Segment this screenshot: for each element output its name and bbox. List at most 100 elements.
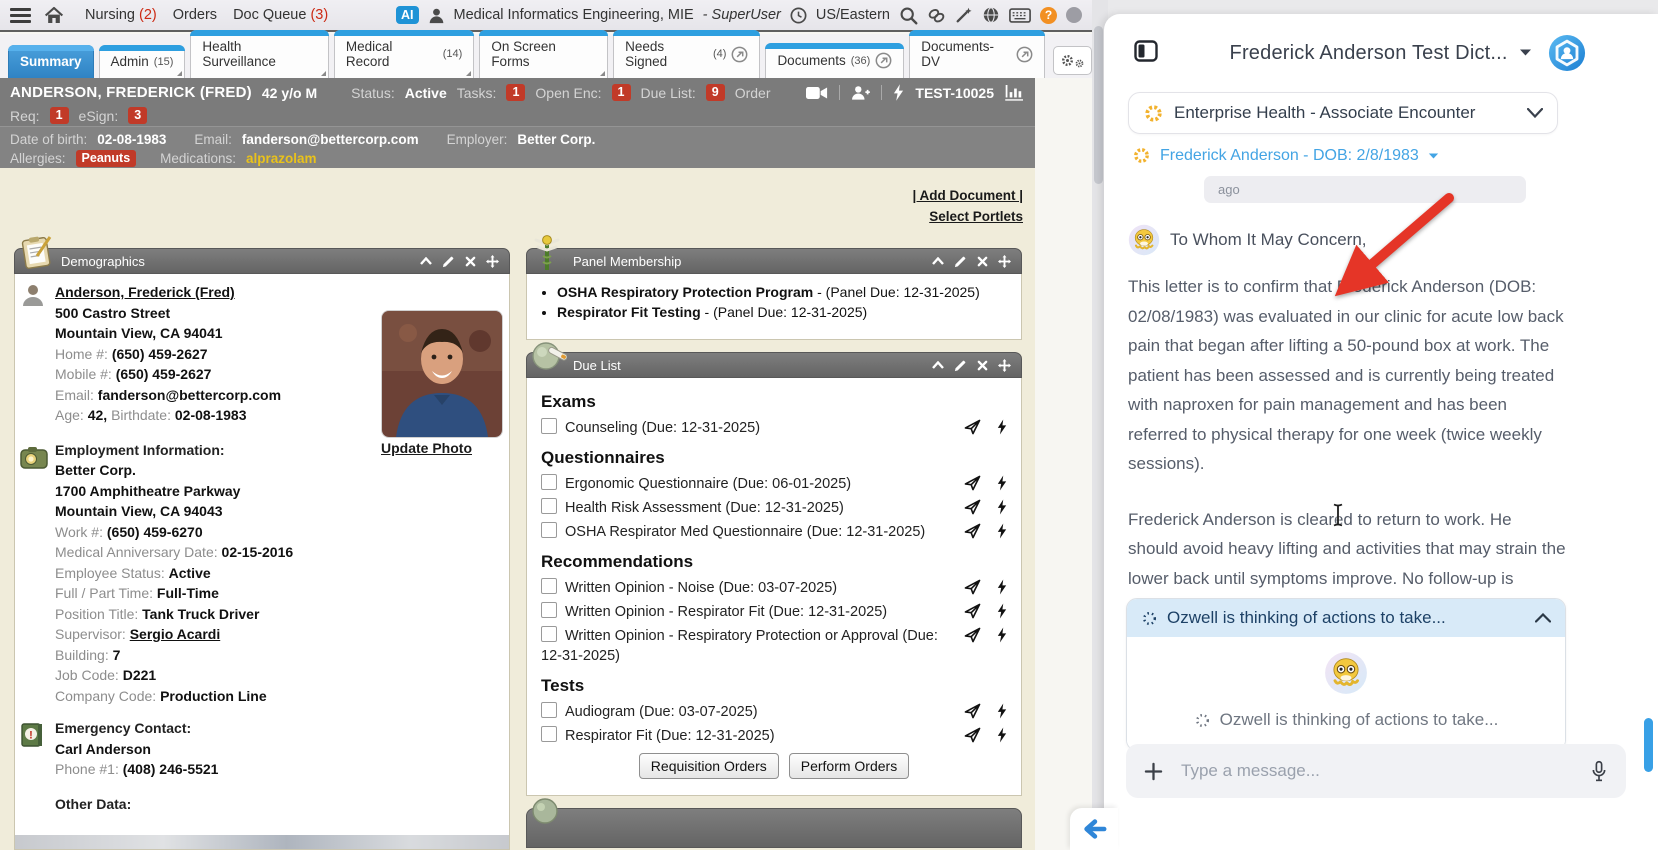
nav-nursing[interactable]: Nursing (2)	[85, 7, 157, 23]
nav-orders[interactable]: Orders	[173, 7, 217, 23]
checkbox[interactable]	[541, 522, 557, 538]
globe-icon[interactable]	[982, 6, 1000, 24]
nav-doc-queue[interactable]: Doc Queue (3)	[233, 7, 328, 23]
checkbox[interactable]	[541, 726, 557, 742]
tab-settings-button[interactable]	[1053, 46, 1093, 75]
tab-needs-signed[interactable]: Needs Signed (4)	[613, 30, 761, 78]
bolt-icon[interactable]	[997, 727, 1007, 743]
link-icon[interactable]	[927, 7, 946, 24]
move-icon[interactable]	[998, 358, 1011, 372]
due-list-header[interactable]: Due List	[526, 342, 1022, 378]
send-icon[interactable]	[964, 579, 981, 595]
tab-medical-record[interactable]: Medical Record (14)	[333, 30, 475, 78]
tab-documents-dv[interactable]: Documents-DV	[909, 30, 1046, 78]
bolt-icon[interactable]	[997, 523, 1007, 539]
order-link[interactable]: Order	[735, 85, 771, 101]
bolt-icon[interactable]	[997, 419, 1007, 435]
move-icon[interactable]	[998, 254, 1011, 268]
edit-icon[interactable]	[442, 255, 455, 268]
bolt-icon[interactable]	[997, 703, 1007, 719]
send-icon[interactable]	[964, 523, 981, 539]
open-enc-badge[interactable]: 1	[611, 84, 631, 101]
message-input[interactable]	[1179, 760, 1574, 782]
external-link-icon[interactable]	[1016, 46, 1033, 63]
thinking-card-header[interactable]: Ozwell is thinking of actions to take...	[1127, 599, 1565, 637]
ozwell-logo[interactable]	[1548, 34, 1586, 72]
chat-scrollbar-thumb[interactable]	[1644, 718, 1653, 772]
tab-health-surveillance[interactable]: Health Surveillance	[190, 30, 330, 78]
tab-on-screen-forms[interactable]: On Screen Forms	[479, 30, 609, 78]
tab-admin[interactable]: Admin (15)	[98, 45, 186, 78]
microphone-icon[interactable]	[1590, 760, 1608, 783]
quick-action-bolt-icon[interactable]	[893, 84, 904, 101]
bolt-icon[interactable]	[997, 579, 1007, 595]
select-portlets-link[interactable]: Select Portlets	[912, 209, 1023, 224]
requisition-orders-button[interactable]: Requisition Orders	[638, 753, 779, 779]
supervisor-link[interactable]: Sergio Acardi	[130, 626, 221, 642]
checkbox[interactable]	[541, 418, 557, 434]
perform-orders-button[interactable]: Perform Orders	[788, 753, 910, 779]
collapse-icon[interactable]	[932, 361, 944, 369]
keyboard-icon[interactable]	[1009, 7, 1031, 23]
collapse-icon[interactable]	[420, 257, 432, 265]
chat-session-title[interactable]: Frederick Anderson Test Dict...	[1164, 42, 1598, 65]
send-icon[interactable]	[964, 475, 981, 491]
home-icon[interactable]	[44, 6, 64, 25]
close-icon[interactable]	[465, 256, 476, 267]
bolt-icon[interactable]	[997, 627, 1007, 643]
collapse-icon[interactable]	[932, 257, 944, 265]
edit-icon[interactable]	[954, 359, 967, 372]
add-person-icon[interactable]	[851, 85, 871, 101]
add-document-link[interactable]: | Add Document |	[912, 188, 1023, 203]
sidebar-toggle-icon[interactable]	[1134, 40, 1158, 62]
timezone-label[interactable]: US/Eastern	[816, 7, 890, 23]
move-icon[interactable]	[486, 254, 499, 268]
encounter-selector[interactable]: Enterprise Health - Associate Encounter	[1128, 92, 1558, 134]
send-icon[interactable]	[964, 499, 981, 515]
chat-patient-link[interactable]: Frederick Anderson - DOB: 2/8/1983	[1132, 146, 1439, 165]
panel-membership-header[interactable]: Panel Membership	[526, 235, 1022, 274]
external-link-icon[interactable]	[731, 46, 748, 63]
close-icon[interactable]	[977, 256, 988, 267]
medication-value[interactable]: alprazolam	[246, 151, 317, 166]
checkbox[interactable]	[541, 474, 557, 490]
checkbox[interactable]	[541, 578, 557, 594]
tab-summary[interactable]: Summary	[7, 45, 94, 78]
send-icon[interactable]	[964, 419, 981, 435]
send-icon[interactable]	[964, 727, 981, 743]
checkbox[interactable]	[541, 702, 557, 718]
checkbox[interactable]	[541, 498, 557, 514]
bolt-icon[interactable]	[997, 475, 1007, 491]
patient-name[interactable]: ANDERSON, FREDERICK (FRED)	[10, 84, 252, 101]
send-icon[interactable]	[964, 627, 981, 643]
org-name[interactable]: Medical Informatics Engineering, MIE	[454, 7, 694, 23]
chevron-up-icon[interactable]	[1535, 613, 1551, 623]
help-icon[interactable]: ?	[1040, 6, 1057, 24]
close-icon[interactable]	[977, 360, 988, 371]
patient-name-link[interactable]: Anderson, Frederick (Fred)	[55, 284, 235, 300]
portlet-header[interactable]	[526, 798, 1022, 848]
checkbox[interactable]	[541, 602, 557, 618]
tab-documents[interactable]: Documents (36)	[765, 43, 905, 78]
update-photo-link[interactable]: Update Photo	[381, 440, 472, 456]
scrollbar-thumb[interactable]	[1094, 26, 1103, 184]
edit-icon[interactable]	[954, 255, 967, 268]
hamburger-menu-icon[interactable]	[10, 5, 31, 26]
allergy-badge[interactable]: Peanuts	[75, 150, 137, 167]
attach-plus-icon[interactable]	[1144, 762, 1163, 781]
bolt-icon[interactable]	[997, 603, 1007, 619]
demographics-header[interactable]: Demographics	[14, 236, 510, 274]
video-camera-icon[interactable]	[806, 86, 828, 100]
send-icon[interactable]	[964, 603, 981, 619]
due-list-badge[interactable]: 9	[705, 84, 725, 101]
req-badge[interactable]: 1	[49, 107, 69, 124]
external-link-icon[interactable]	[875, 52, 892, 69]
search-icon[interactable]	[899, 6, 918, 25]
send-icon[interactable]	[964, 703, 981, 719]
checkbox[interactable]	[541, 626, 557, 642]
esign-badge[interactable]: 3	[128, 107, 148, 124]
collapse-panel-button[interactable]	[1070, 808, 1118, 850]
tasks-badge[interactable]: 1	[506, 84, 526, 101]
wand-icon[interactable]	[955, 6, 973, 24]
ai-badge[interactable]: AI	[396, 6, 419, 24]
